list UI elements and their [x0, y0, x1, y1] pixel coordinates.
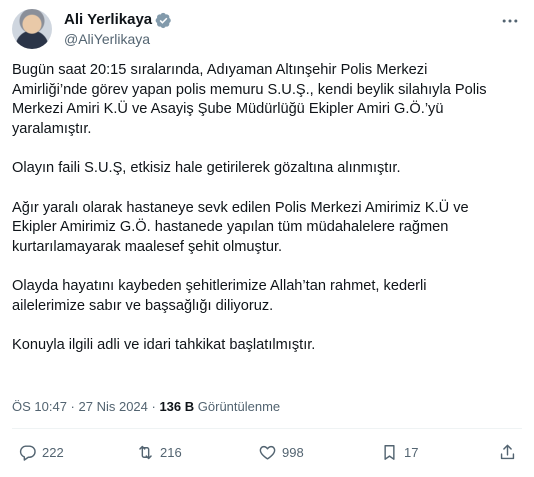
- bookmark-button[interactable]: 17: [380, 439, 418, 465]
- retweet-count: 216: [160, 444, 182, 460]
- share-button[interactable]: [498, 439, 522, 465]
- author-handle[interactable]: @AliYerlikaya: [64, 30, 150, 48]
- retweet-button[interactable]: 216: [136, 439, 182, 465]
- tweet-line: Merkezi Amiri K.Ü ve Asayiş Şube Müdürlü…: [12, 101, 444, 117]
- divider: [12, 428, 522, 429]
- tweet-meta: ÖS 10:47 · 27 Nis 2024 · 136 B Görüntüle…: [12, 398, 280, 416]
- tweet-line: Olayın faili S.U.Ş, etkisiz hale getiril…: [12, 160, 401, 176]
- like-button[interactable]: 998: [258, 439, 304, 465]
- tweet-line: yaralamıştır.: [12, 120, 92, 137]
- action-bar: 222 216 998 17: [12, 439, 522, 465]
- tweet-line: Ekipler Amirimiz G.Ö. hastanede yapılan …: [12, 219, 449, 235]
- tweet-text: Bugün saat 20:15 sıralarında, Adıyaman A…: [12, 61, 524, 356]
- meta-separator: ·: [66, 399, 79, 414]
- tweet-line: Olayda hayatını kaybeden şehitlerimize A…: [12, 278, 427, 294]
- verified-badge-icon[interactable]: [155, 12, 172, 29]
- tweet-line: Bugün saat 20:15 sıralarında, Adıyaman A…: [12, 62, 428, 78]
- retweet-icon: [139, 445, 152, 459]
- tweet-header: Ali Yerlikaya @AliYerlikaya: [12, 9, 522, 49]
- views-count[interactable]: 136 B: [159, 399, 194, 414]
- tweet-paragraph-3: Ağır yaralı olarak hastaneye sevk edilen…: [12, 199, 524, 258]
- bookmark-count: 17: [404, 444, 419, 460]
- tweet-paragraph-2: Olayın faili S.U.Ş, etkisiz hale getiril…: [12, 159, 524, 179]
- reply-icon: [19, 444, 36, 461]
- reply-button[interactable]: 222: [18, 439, 64, 465]
- meta-separator: ·: [147, 399, 160, 414]
- tweet-time[interactable]: ÖS 10:47: [12, 399, 67, 414]
- tweet-paragraph-4: Olayda hayatını kaybeden şehitlerimize A…: [12, 277, 524, 316]
- like-count: 998: [282, 444, 304, 460]
- author-name-row: Ali Yerlikaya: [64, 11, 172, 29]
- tweet-date[interactable]: 27 Nis 2024: [79, 399, 148, 414]
- more-icon[interactable]: [500, 11, 520, 31]
- avatar[interactable]: [12, 9, 52, 49]
- tweet-card: Ali Yerlikaya @AliYerlikaya Bugün saat 2…: [0, 0, 534, 477]
- heart-icon: [259, 445, 276, 460]
- share-icon: [500, 444, 515, 459]
- author-display-name[interactable]: Ali Yerlikaya: [64, 11, 152, 29]
- tweet-paragraph-1: Bugün saat 20:15 sıralarında, Adıyaman A…: [12, 61, 524, 139]
- tweet-line: Ağır yaralı olarak hastaneye sevk edilen…: [12, 199, 469, 216]
- tweet-line: Konuyla ilgili adli ve idari tahkikat ba…: [12, 337, 316, 353]
- views-label: Görüntülenme: [194, 399, 281, 414]
- reply-count: 222: [42, 444, 64, 460]
- tweet-line: ailelerimize sabır ve başsağlığı diliyor…: [12, 297, 274, 314]
- bookmark-icon: [384, 444, 395, 460]
- tweet-paragraph-5: Konuyla ilgili adli ve idari tahkikat ba…: [12, 336, 524, 356]
- tweet-line: Amirliği’nde görev yapan polis memuru S.…: [12, 81, 487, 98]
- tweet-line: kurtarılamayarak maalesef şehit olmuştur…: [12, 238, 283, 255]
